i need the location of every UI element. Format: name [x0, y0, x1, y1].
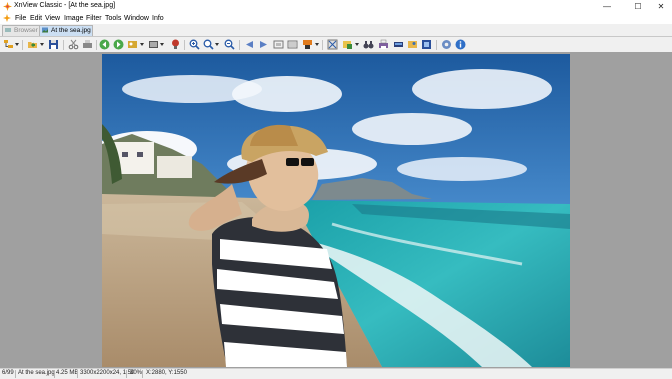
tab-image-label: At the sea.jpg [51, 27, 91, 34]
chevron-down-icon[interactable] [140, 43, 144, 46]
binoculars-icon[interactable] [363, 39, 374, 50]
menu-view[interactable]: View [45, 15, 60, 22]
settings-icon[interactable] [441, 39, 452, 50]
chevron-down-icon[interactable] [40, 43, 44, 46]
toolbar-divider [22, 40, 23, 50]
status-bar: 6/99 At the sea.jpg 4.25 MB 3300x2200x24… [0, 368, 672, 379]
rotate-icon[interactable] [342, 39, 353, 50]
capture-icon[interactable] [148, 39, 159, 50]
status-divider [54, 370, 55, 378]
minimize-button[interactable]: — [596, 0, 618, 13]
menu-window[interactable]: Window [124, 15, 149, 22]
status-divider [142, 370, 143, 378]
chevron-down-icon[interactable] [160, 43, 164, 46]
wallpaper-icon[interactable] [407, 39, 418, 50]
tab-browser-label: Browser [14, 27, 38, 34]
status-divider [77, 370, 78, 378]
xnview-app-icon[interactable] [3, 2, 12, 11]
zoom-icon[interactable] [203, 39, 214, 50]
tab-image[interactable]: At the sea.jpg [39, 25, 93, 36]
previous-file-icon[interactable] [99, 39, 110, 50]
color-palette-icon[interactable] [302, 39, 313, 50]
toolbar-divider [63, 40, 64, 50]
toolbar-divider [184, 40, 185, 50]
save-icon[interactable] [48, 39, 59, 50]
slideshow-icon[interactable] [127, 39, 138, 50]
chevron-down-icon[interactable] [315, 43, 319, 46]
chevron-down-icon[interactable] [15, 43, 19, 46]
menu-file[interactable]: File [15, 15, 26, 22]
status-divider [15, 370, 16, 378]
status-divider [126, 370, 127, 378]
status-zoom: 30% [130, 370, 143, 376]
zoom-out-icon[interactable] [224, 39, 235, 50]
cut-icon[interactable] [68, 39, 79, 50]
browser-tree-icon[interactable] [3, 39, 14, 50]
close-button[interactable]: ✕ [650, 0, 672, 13]
print-icon[interactable] [378, 39, 389, 50]
menu-edit[interactable]: Edit [30, 15, 42, 22]
document-icon[interactable] [3, 14, 11, 22]
displayed-photo[interactable] [102, 54, 570, 367]
zoom-in-icon[interactable] [189, 39, 200, 50]
next-file-icon[interactable] [113, 39, 124, 50]
menu-image[interactable]: Image [64, 15, 83, 22]
about-icon[interactable] [455, 39, 466, 50]
status-filesize: 4.25 MB [56, 370, 79, 376]
crop-icon[interactable] [327, 39, 338, 50]
maximize-button[interactable]: ☐ [627, 0, 649, 13]
title-bar: XnView Classic - [At the sea.jpg] — ☐ ✕ [0, 0, 672, 13]
status-index: 6/99 [2, 370, 14, 376]
tab-bar: Browser At the sea.jpg [0, 24, 672, 37]
print-preview-icon[interactable] [82, 39, 93, 50]
toolbar [0, 37, 672, 52]
toolbar-divider [239, 40, 240, 50]
menu-bar: File Edit View Image Filter Tools Window… [0, 13, 672, 24]
open-folder-icon[interactable] [27, 39, 38, 50]
tab-browser[interactable]: Browser [2, 25, 40, 36]
image-icon [42, 27, 48, 33]
menu-tools[interactable]: Tools [105, 15, 121, 22]
chevron-down-icon[interactable] [355, 43, 359, 46]
window-title: XnView Classic - [At the sea.jpg] [14, 2, 116, 9]
properties-icon[interactable] [170, 39, 181, 50]
toolbar-divider [96, 40, 97, 50]
next-arrow-icon[interactable] [258, 39, 269, 50]
menu-info[interactable]: Info [152, 15, 164, 22]
menu-filter[interactable]: Filter [86, 15, 102, 22]
status-coordinates: X:2880, Y:1550 [146, 370, 187, 376]
previous-arrow-icon[interactable] [244, 39, 255, 50]
status-filename: At the sea.jpg [18, 370, 55, 376]
convert-icon[interactable] [421, 39, 432, 50]
full-screen-icon[interactable] [287, 39, 298, 50]
image-viewer[interactable] [0, 52, 672, 368]
browser-icon [5, 27, 11, 33]
toolbar-divider [322, 40, 323, 50]
scan-icon[interactable] [393, 39, 404, 50]
chevron-down-icon[interactable] [215, 43, 219, 46]
toolbar-divider [436, 40, 437, 50]
fit-window-icon[interactable] [273, 39, 284, 50]
